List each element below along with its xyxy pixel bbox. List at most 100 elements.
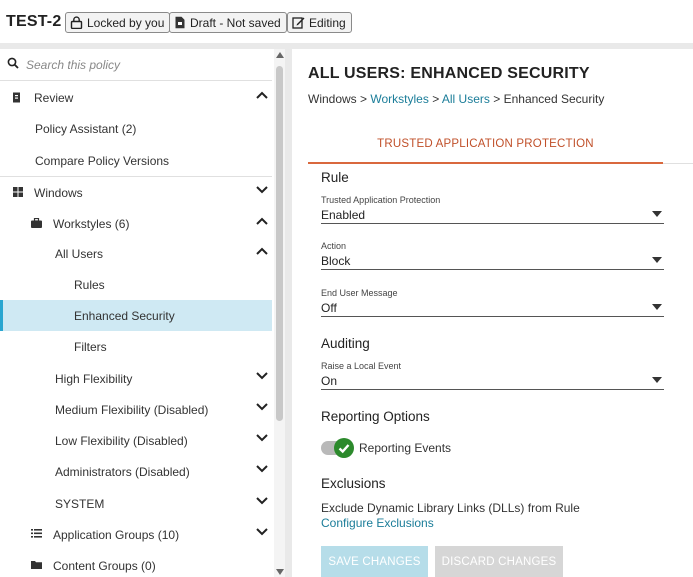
reporting-events-toggle[interactable] xyxy=(321,438,354,458)
sidebar-item-label: Content Groups (0) xyxy=(53,558,156,573)
end-user-message-label: End User Message xyxy=(321,288,398,298)
list-icon xyxy=(31,529,42,538)
draft-badge[interactable]: Draft - Not saved xyxy=(169,12,287,33)
sidebar-item-label: Review xyxy=(34,90,74,105)
sidebar-item-filters[interactable]: Filters xyxy=(0,331,272,362)
sidebar-item-compare-policy-versions[interactable]: Compare Policy Versions xyxy=(0,145,272,176)
sidebar-item-label: High Flexibility xyxy=(55,371,133,386)
auditing-heading: Auditing xyxy=(321,336,370,351)
breadcrumb-separator: > xyxy=(493,92,501,106)
sidebar-item-label: Enhanced Security xyxy=(74,308,175,323)
search-icon xyxy=(7,57,19,69)
breadcrumb-item: Windows xyxy=(308,92,357,106)
page-title: ALL USERS: ENHANCED SECURITY xyxy=(308,65,590,82)
scroll-down-arrow-icon[interactable] xyxy=(276,569,284,575)
sidebar-item-content-groups[interactable]: Content Groups (0) xyxy=(0,550,272,577)
sidebar-item-medium-flexibility[interactable]: Medium Flexibility (Disabled) xyxy=(0,394,272,425)
caret-down-icon xyxy=(652,211,662,217)
sidebar-item-label: Policy Assistant (2) xyxy=(35,121,137,136)
chevron-down-icon[interactable] xyxy=(256,434,268,442)
panel-gutter xyxy=(285,49,292,577)
save-changes-button[interactable]: SAVE CHANGES xyxy=(321,546,428,577)
exclusions-heading: Exclusions xyxy=(321,476,386,491)
sidebar-item-administrators[interactable]: Administrators (Disabled) xyxy=(0,456,272,487)
tab-trusted-application-protection[interactable]: TRUSTED APPLICATION PROTECTION xyxy=(308,129,663,164)
sidebar-item-workstyles[interactable]: Workstyles (6) xyxy=(0,208,272,239)
lock-icon xyxy=(70,16,83,29)
tap-field-label: Trusted Application Protection xyxy=(321,195,441,205)
breadcrumb: Windows > Workstyles > All Users > Enhan… xyxy=(308,92,604,106)
sidebar-item-label: Administrators (Disabled) xyxy=(55,464,190,479)
editing-badge[interactable]: Editing xyxy=(287,12,352,33)
chevron-down-icon[interactable] xyxy=(256,497,268,505)
edit-icon xyxy=(292,17,305,29)
scroll-up-arrow-icon[interactable] xyxy=(276,52,284,58)
tap-select[interactable]: Enabled xyxy=(321,207,664,224)
action-field-label: Action xyxy=(321,241,347,251)
sidebar-item-high-flexibility[interactable]: High Flexibility xyxy=(0,363,272,394)
caret-down-icon xyxy=(652,257,662,263)
chevron-up-icon[interactable] xyxy=(256,91,268,99)
windows-icon xyxy=(13,187,23,197)
sidebar-item-label: SYSTEM xyxy=(55,496,105,511)
sidebar-item-low-flexibility[interactable]: Low Flexibility (Disabled) xyxy=(0,425,272,456)
sidebar-item-policy-assistant[interactable]: Policy Assistant (2) xyxy=(0,113,272,144)
breadcrumb-link-all-users[interactable]: All Users xyxy=(442,92,490,106)
chevron-up-icon[interactable] xyxy=(256,247,268,255)
sidebar-item-all-users[interactable]: All Users xyxy=(0,238,272,269)
checkmark-icon xyxy=(338,444,350,454)
raise-local-event-select[interactable]: On xyxy=(321,373,664,390)
sidebar-item-windows[interactable]: Windows xyxy=(0,177,272,208)
sidebar-item-label: Windows xyxy=(34,185,83,200)
search-row xyxy=(0,49,272,81)
policy-name: TEST-2 xyxy=(6,13,62,30)
editing-badge-label: Editing xyxy=(309,15,346,30)
breadcrumb-current: Enhanced Security xyxy=(503,92,605,106)
draft-badge-label: Draft - Not saved xyxy=(190,15,281,30)
caret-down-icon xyxy=(652,377,662,383)
review-icon xyxy=(13,92,20,103)
document-icon xyxy=(175,16,185,29)
chevron-down-icon[interactable] xyxy=(256,372,268,380)
discard-changes-button[interactable]: DISCARD CHANGES xyxy=(435,546,563,577)
sidebar-item-label: Application Groups (10) xyxy=(53,527,180,542)
sidebar-item-application-groups[interactable]: Application Groups (10) xyxy=(0,519,272,550)
caret-down-icon xyxy=(652,304,662,310)
breadcrumb-link-workstyles[interactable]: Workstyles xyxy=(370,92,428,106)
briefcase-icon xyxy=(31,218,42,228)
reporting-options-heading: Reporting Options xyxy=(321,409,430,424)
sidebar-item-enhanced-security[interactable]: Enhanced Security xyxy=(0,300,272,331)
folder-icon xyxy=(31,561,42,569)
chevron-down-icon[interactable] xyxy=(256,528,268,536)
configure-exclusions-link[interactable]: Configure Exclusions xyxy=(321,516,434,530)
end-user-message-value: Off xyxy=(321,301,337,315)
sidebar-scroll-thumb[interactable] xyxy=(276,66,283,421)
main-content: ALL USERS: ENHANCED SECURITY Windows > W… xyxy=(292,49,693,577)
tap-select-value: Enabled xyxy=(321,208,366,222)
chevron-up-icon[interactable] xyxy=(256,217,268,225)
chevron-down-icon[interactable] xyxy=(256,465,268,473)
action-select[interactable]: Block xyxy=(321,253,664,270)
exclusions-description: Exclude Dynamic Library Links (DLLs) fro… xyxy=(321,501,580,515)
sidebar-item-label: Medium Flexibility (Disabled) xyxy=(55,402,209,417)
action-select-value: Block xyxy=(321,254,351,268)
raise-local-event-value: On xyxy=(321,374,338,388)
sidebar-item-system[interactable]: SYSTEM xyxy=(0,488,272,519)
sidebar-item-label: Low Flexibility (Disabled) xyxy=(55,433,188,448)
sidebar-item-rules[interactable]: Rules xyxy=(0,269,272,300)
sidebar-item-label: All Users xyxy=(55,246,104,261)
end-user-message-select[interactable]: Off xyxy=(321,300,664,317)
sidebar-item-label: Workstyles (6) xyxy=(53,216,130,231)
sidebar-item-label: Filters xyxy=(74,339,107,354)
locked-badge-label: Locked by you xyxy=(87,15,165,30)
chevron-down-icon[interactable] xyxy=(256,403,268,411)
search-input[interactable] xyxy=(26,56,256,74)
sidebar-item-label: Rules xyxy=(74,277,105,292)
sidebar-item-review[interactable]: Review xyxy=(0,82,272,113)
rule-heading: Rule xyxy=(321,170,349,185)
policy-tree-sidebar: Review Policy Assistant (2) Compare Poli… xyxy=(0,49,285,577)
toggle-knob xyxy=(334,438,354,458)
locked-badge[interactable]: Locked by you xyxy=(65,12,171,33)
tab-bar-line xyxy=(663,163,693,164)
chevron-down-icon[interactable] xyxy=(256,186,268,194)
